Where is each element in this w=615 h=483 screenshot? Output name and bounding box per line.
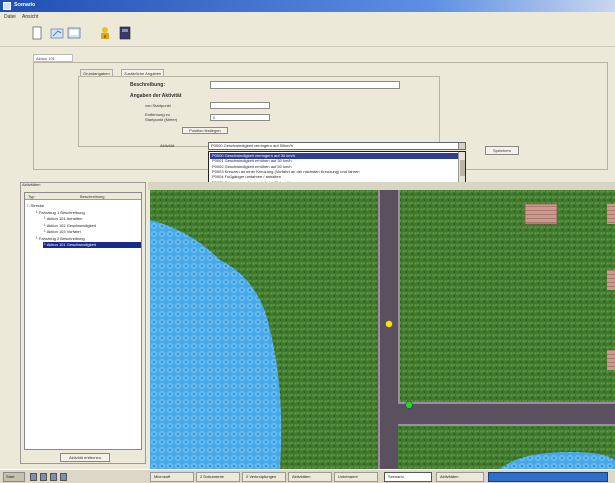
road-curb-h-top	[398, 402, 615, 404]
aktivitaet-label: Aktivität:	[160, 143, 176, 148]
tree-col-typ[interactable]: Typ	[28, 194, 34, 199]
taskbar: Start Microsoft 2 Dokumente 2 Verknüpfunge…	[0, 469, 615, 483]
map-view[interactable]	[150, 190, 615, 469]
tab-grundangaben[interactable]: Grundangaben	[80, 69, 113, 76]
title-bar: Scenario	[0, 0, 615, 12]
tree-item[interactable]: □ Strecke	[27, 203, 44, 209]
road-curb-h-bottom	[398, 424, 615, 426]
activities-panel-title: Aktivitäten	[22, 182, 41, 187]
menu-ansicht[interactable]: Ansicht	[22, 14, 38, 20]
taskbar-item[interactable]: Scenario	[384, 472, 432, 482]
tree-item[interactable]: └ Aktion 103 Vorfahrt	[43, 229, 81, 235]
tree-item[interactable]: └ Aktion 101 Geschwindigkeit	[43, 242, 141, 248]
new-file-icon[interactable]	[30, 26, 44, 40]
tab-zusaetzliche-angaben[interactable]: Zusätzliche Angaben	[121, 69, 165, 76]
entfernung-input[interactable]: 0	[210, 114, 270, 121]
house	[524, 203, 558, 225]
aktivitaet-dropdown[interactable]: P0000 Geschwindigkeit verringern auf 50k…	[208, 142, 466, 150]
vehicle-marker-yellow[interactable]	[385, 320, 393, 328]
quicklaunch-icon[interactable]	[50, 473, 57, 481]
aktivitaet-dropdown-value: P0000 Geschwindigkeit verringern auf 50k…	[211, 143, 293, 148]
house	[607, 350, 615, 370]
tree-col-beschreibung[interactable]: Beschreibung	[80, 194, 104, 199]
entfernung-label-2: Startpunkt (Meter)	[145, 117, 178, 122]
menu-bar: Datei Ansicht	[0, 12, 615, 21]
tree-header: Typ Beschreibung	[25, 193, 141, 200]
quicklaunch-icon[interactable]	[40, 473, 47, 481]
scrollbar-thumb[interactable]	[460, 160, 465, 176]
beschreibung-label: Beschreibung:	[130, 82, 166, 88]
taskbar-item[interactable]: 2 Dokumente	[196, 472, 240, 482]
vehicle-marker-green[interactable]	[405, 401, 413, 409]
quicklaunch-icon[interactable]	[30, 473, 37, 481]
road-curb-v-left	[378, 190, 380, 469]
taskbar-item[interactable]: Aktivitäten	[436, 472, 484, 482]
beschreibung-input[interactable]	[210, 81, 400, 89]
startpunkt-label: von Startpunkt	[145, 103, 171, 108]
taskbar-item[interactable]	[488, 472, 608, 482]
position-button[interactable]: Position festlegen	[182, 127, 228, 134]
taskbar-item[interactable]: Unbenannt	[334, 472, 378, 482]
chevron-down-icon[interactable]	[458, 143, 465, 149]
tree-item[interactable]: └ Aktion 102 Geschwindigkeit	[43, 223, 96, 229]
app-icon	[3, 2, 11, 10]
remove-activity-button[interactable]: Aktivität entfernen	[60, 453, 110, 462]
taskbar-item[interactable]: 2 Verknüpfungen	[242, 472, 286, 482]
open-icon[interactable]	[50, 26, 64, 40]
road-curb-v-right	[398, 190, 400, 404]
book-icon[interactable]	[118, 26, 132, 40]
taskbar-item[interactable]: Aktivitäten	[288, 472, 332, 482]
quicklaunch-icon[interactable]	[60, 473, 67, 481]
map-header	[148, 182, 615, 190]
road-horizontal	[398, 404, 615, 424]
tree-item[interactable]: └ Fahrzeug 1 Beschreibung	[35, 210, 85, 216]
start-button[interactable]: Start	[3, 472, 25, 482]
window-title: Scenario	[14, 2, 36, 8]
house	[607, 270, 615, 290]
tree-item[interactable]: └ Aktion 101 Anhalten	[43, 216, 82, 222]
section-label: Angaben der Aktivität	[130, 93, 182, 99]
menu-datei[interactable]: Datei	[4, 14, 16, 20]
save-icon[interactable]	[67, 26, 81, 40]
toolbar	[0, 21, 615, 47]
speichern-button[interactable]: Speichern	[485, 146, 519, 155]
tree-item[interactable]: └ Fahrzeug 2 Beschreibung	[35, 236, 85, 242]
character-icon[interactable]	[98, 26, 112, 40]
activities-tree[interactable]: Typ Beschreibung □ Strecke └ Fahrzeug 1 B…	[24, 192, 142, 450]
house	[607, 204, 615, 224]
startpunkt-select[interactable]	[210, 102, 270, 109]
tab-aktion[interactable]: Aktion 101	[33, 54, 73, 62]
road-vertical	[380, 190, 398, 469]
taskbar-item[interactable]: Microsoft	[150, 472, 194, 482]
